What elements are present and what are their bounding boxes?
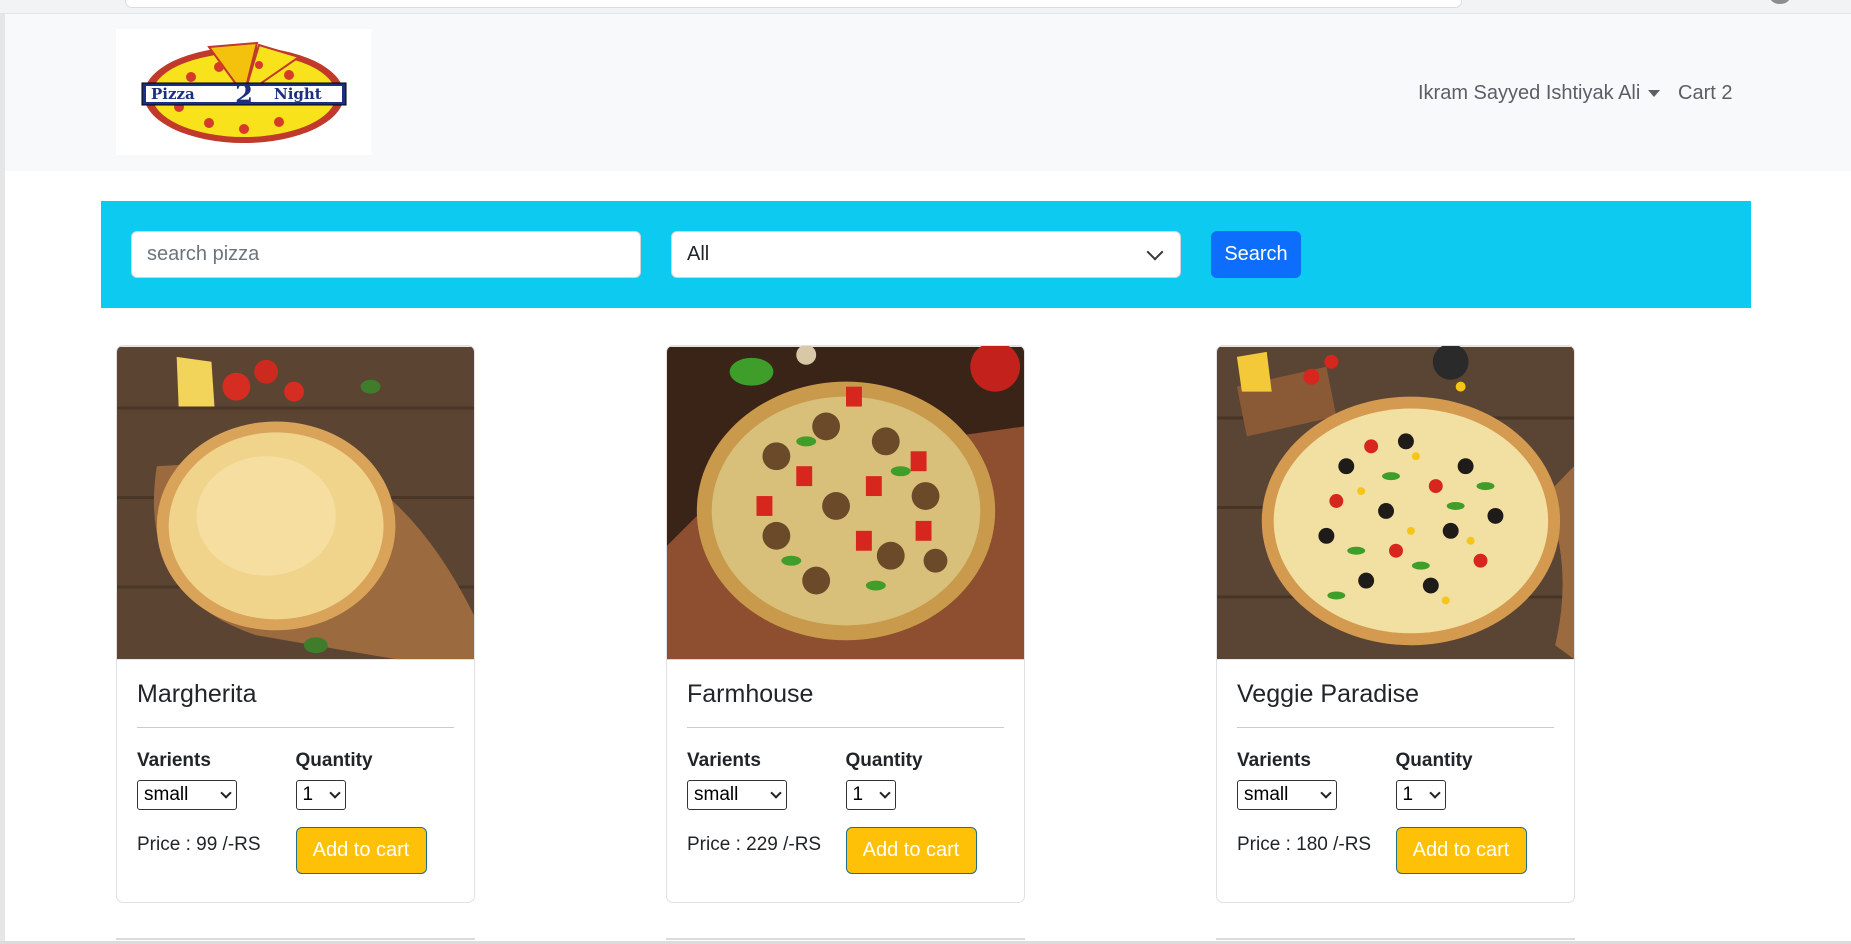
filter-bar: All Search	[101, 201, 1751, 308]
chevron-down-icon	[1320, 787, 1332, 799]
profile-icon[interactable]	[1770, 0, 1790, 4]
farmhouse-image	[667, 346, 1024, 660]
search-input[interactable]	[131, 231, 641, 278]
caret-down-icon	[1648, 90, 1661, 97]
add-to-cart-button[interactable]: Add to cart	[845, 827, 977, 874]
chevron-down-icon	[1428, 787, 1441, 799]
chevron-down-icon	[328, 787, 341, 799]
quantity-select[interactable]: 1	[295, 780, 346, 810]
varients-label: Varients	[1237, 750, 1311, 771]
variant-select[interactable]: small	[687, 780, 787, 810]
user-dropdown[interactable]: Ikram Sayyed Ishtiyak Ali	[1418, 82, 1661, 105]
card-body: Margherita Varients small Price : 99 /-R…	[117, 660, 474, 874]
product-card-veggie-paradise: Veggie Paradise Varients small Price : 1…	[1216, 345, 1575, 903]
card-body: Farmhouse Varients small Price : 229 /-R…	[667, 660, 1024, 874]
quantity-value: 1	[1402, 784, 1414, 805]
quantity-label: Quantity	[1395, 750, 1473, 771]
quantity-label: Quantity	[845, 750, 923, 771]
address-bar[interactable]	[125, 0, 1462, 8]
category-select[interactable]: All	[671, 231, 1181, 278]
quantity-select[interactable]: 1	[1395, 780, 1446, 810]
brand-logo[interactable]: Pizza 2 Night	[116, 29, 371, 155]
product-name: Veggie Paradise	[1237, 680, 1554, 728]
varients-label: Varients	[687, 750, 761, 771]
product-name: Farmhouse	[687, 680, 1004, 728]
chevron-down-icon	[770, 787, 782, 799]
veggie-paradise-image	[1217, 346, 1574, 660]
margherita-image	[117, 346, 474, 660]
product-price: Price : 180 /-RS	[1237, 834, 1372, 855]
variant-value: small	[144, 784, 189, 805]
card-body: Veggie Paradise Varients small Price : 1…	[1217, 660, 1574, 874]
browser-chrome	[0, 0, 1851, 14]
variant-select[interactable]: small	[137, 780, 237, 810]
variant-select[interactable]: small	[1237, 780, 1337, 810]
chevron-down-icon	[878, 787, 891, 799]
variant-value: small	[694, 784, 739, 805]
variant-value: small	[1244, 784, 1289, 805]
varients-label: Varients	[137, 750, 211, 771]
add-to-cart-button[interactable]: Add to cart	[295, 827, 427, 874]
product-card-farmhouse: Farmhouse Varients small Price : 229 /-R…	[666, 345, 1025, 903]
product-price: Price : 99 /-RS	[137, 834, 261, 855]
quantity-value: 1	[852, 784, 864, 805]
quantity-select[interactable]: 1	[845, 780, 896, 810]
svg-text:Pizza: Pizza	[151, 85, 195, 103]
quantity-label: Quantity	[295, 750, 373, 771]
search-button[interactable]: Search	[1211, 231, 1301, 278]
product-card-margherita: Margherita Varients small Price : 99 /-R…	[116, 345, 475, 903]
navbar: Pizza 2 Night Ikram Sayyed Ishtiyak Ali …	[5, 14, 1851, 171]
svg-text:Night: Night	[274, 85, 322, 103]
product-price: Price : 229 /-RS	[687, 834, 822, 855]
cart-link[interactable]: Cart 2	[1678, 82, 1732, 105]
add-to-cart-button[interactable]: Add to cart	[1395, 827, 1527, 874]
user-name: Ikram Sayyed Ishtiyak Ali	[1418, 82, 1641, 104]
chevron-down-icon	[1146, 243, 1164, 260]
svg-text:2: 2	[235, 80, 253, 110]
chevron-down-icon	[220, 787, 232, 799]
product-name: Margherita	[137, 680, 454, 728]
category-value: All	[687, 243, 710, 265]
pizza-logo-icon: Pizza 2 Night	[141, 41, 346, 143]
quantity-value: 1	[302, 784, 314, 805]
